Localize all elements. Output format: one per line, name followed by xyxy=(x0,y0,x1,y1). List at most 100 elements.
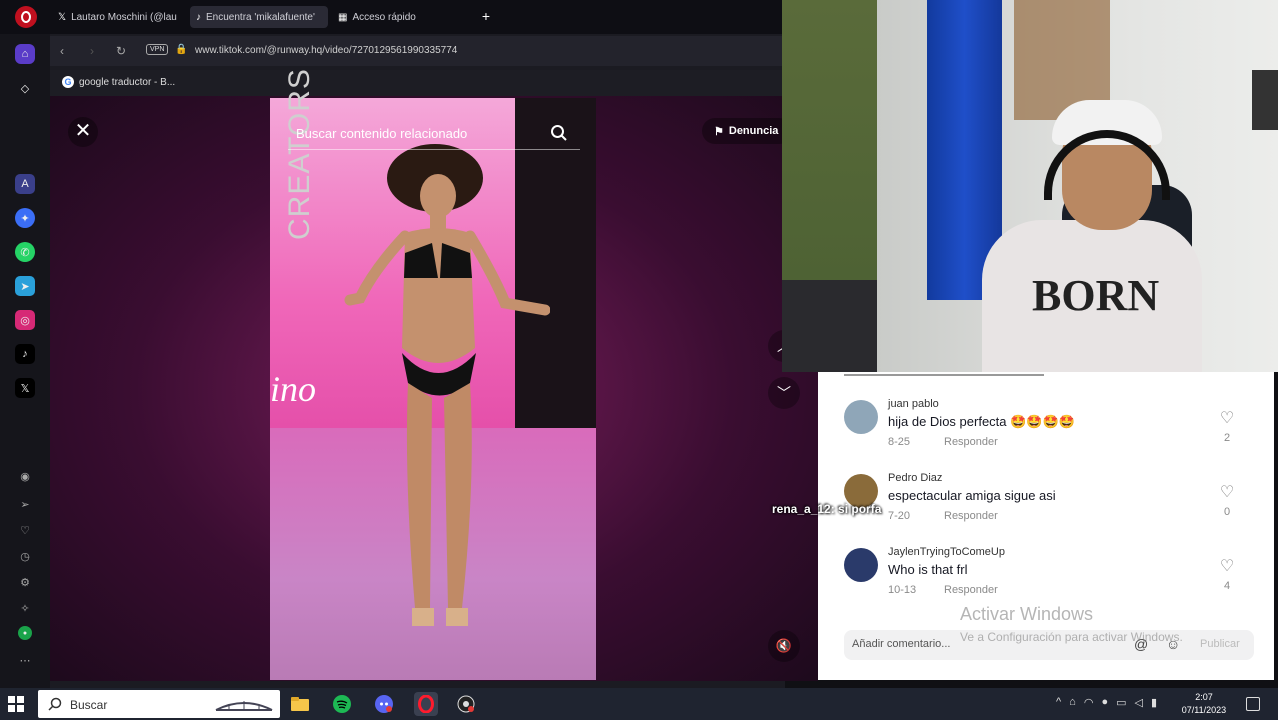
bookmark-google-translate[interactable]: G google traductor - B... xyxy=(62,76,175,88)
avatar[interactable] xyxy=(844,400,878,434)
new-tab-button[interactable]: + xyxy=(478,8,494,24)
comment-text: espectacular amiga sigue asi xyxy=(888,488,1056,503)
vpn-badge[interactable]: VPN xyxy=(146,44,169,55)
video-player[interactable]: ino xyxy=(270,98,596,680)
system-tray: ^ ⌂ ◠ ● ▭ ◁ ▮ xyxy=(1056,696,1157,709)
heart-icon[interactable]: ♡ xyxy=(1218,484,1236,502)
flag-icon: ⚑ xyxy=(714,125,724,138)
reply-button[interactable]: Responder xyxy=(944,436,998,448)
clock-date: 07/11/2023 xyxy=(1181,705,1227,715)
heart-icon[interactable]: ♡ xyxy=(15,520,35,540)
tiktok-icon: ♪ xyxy=(196,11,201,23)
player-icon[interactable]: ◉ xyxy=(15,466,35,486)
spotify-icon[interactable] xyxy=(330,692,354,716)
settings-icon[interactable]: ⚙ xyxy=(15,572,35,592)
comment-username[interactable]: juan pablo xyxy=(888,398,939,410)
search-icon[interactable] xyxy=(550,124,568,142)
discord-icon[interactable] xyxy=(372,692,396,716)
chevron-up-icon[interactable]: ^ xyxy=(1056,696,1061,709)
comment-date: 8-25 xyxy=(888,436,911,448)
webcam-overlay: BORN xyxy=(782,0,1278,372)
history-icon[interactable]: ◷ xyxy=(15,546,35,566)
comment-date: 10-13 xyxy=(888,584,917,596)
whatsapp-icon[interactable]: ✆ xyxy=(15,242,35,262)
reply-button[interactable]: Responder xyxy=(944,510,998,522)
webcam-person: BORN xyxy=(982,100,1202,372)
webcam-poster xyxy=(1252,70,1278,130)
like-count: 4 xyxy=(1223,580,1231,592)
telegram-icon[interactable]: ➤ xyxy=(15,276,35,296)
search-placeholder: Buscar contenido relacionado xyxy=(296,126,468,141)
speaker-icon[interactable]: ◁ xyxy=(1135,696,1143,709)
close-video-button[interactable]: ✕ xyxy=(68,117,98,147)
send-icon[interactable]: ➢ xyxy=(15,494,35,514)
comment-item: juan pablo hija de Dios perfecta 🤩🤩🤩🤩 8-… xyxy=(844,398,1244,462)
tab-label: Acceso rápido xyxy=(352,11,416,23)
messenger-icon[interactable]: ✦ xyxy=(15,208,35,228)
tiktok-sidebar-icon[interactable]: ♪ xyxy=(15,344,35,364)
tab-twitter[interactable]: 𝕏 Lautaro Moschini (@lau xyxy=(52,6,186,28)
notifications-icon[interactable] xyxy=(1246,697,1260,711)
x-sidebar-icon[interactable]: 𝕏 xyxy=(15,378,35,398)
aria-icon[interactable]: A xyxy=(15,174,35,194)
obs-recording-icon[interactable] xyxy=(454,692,478,716)
microphone-icon[interactable]: ● xyxy=(1101,696,1108,709)
more-icon[interactable]: ⋯ xyxy=(15,650,35,670)
report-button[interactable]: ⚑ Denuncia xyxy=(702,118,792,144)
x-logo-icon: 𝕏 xyxy=(58,11,67,23)
model-figure xyxy=(344,144,550,626)
comment-input-placeholder[interactable]: Añadir comentario... xyxy=(852,638,950,650)
mute-button[interactable]: 🔇 xyxy=(768,630,800,662)
diamond-icon[interactable]: ◇ xyxy=(15,78,35,98)
tab-label: Lautaro Moschini (@lau xyxy=(71,11,177,23)
heart-icon[interactable]: ♡ xyxy=(1218,410,1236,428)
taskbar-search-box[interactable]: Buscar xyxy=(38,690,280,718)
network-icon[interactable]: ⌂ xyxy=(1069,696,1076,709)
tab-bar: 𝕏 Lautaro Moschini (@lau ♪ Encuentra 'mi… xyxy=(0,0,785,34)
opera-taskbar-icon[interactable] xyxy=(414,692,438,716)
wifi-icon[interactable]: ◠ xyxy=(1084,696,1094,709)
comment-text: hija de Dios perfecta 🤩🤩🤩🤩 xyxy=(888,414,1075,429)
next-video-button[interactable]: ﹀ xyxy=(768,377,800,409)
bulb-icon[interactable]: ✧ xyxy=(15,598,35,618)
back-icon[interactable]: ‹ xyxy=(60,44,64,58)
tab-tiktok[interactable]: ♪ Encuentra 'mikalafuente' xyxy=(190,6,328,28)
reply-button[interactable]: Responder xyxy=(944,584,998,596)
heart-icon[interactable]: ♡ xyxy=(1218,558,1236,576)
backdrop-brand-text: ino xyxy=(270,369,317,409)
battery-icon[interactable]: ▮ xyxy=(1151,696,1157,709)
avatar[interactable] xyxy=(844,548,878,582)
comment-item: JaylenTryingToComeUp Who is that frl 10-… xyxy=(844,546,1244,610)
windows-start-icon[interactable] xyxy=(8,696,24,712)
chat-overlay-message: rena_a_12: si porfa xyxy=(772,502,882,516)
webcam-shirt-text: BORN xyxy=(1032,271,1160,320)
comment-text: Who is that frl xyxy=(888,562,968,577)
bookmark-label: google traductor - B... xyxy=(79,76,176,88)
forward-icon[interactable]: › xyxy=(90,44,94,58)
webcam-green-wall xyxy=(782,0,877,280)
tab-quick-access[interactable]: ▦ Acceso rápido xyxy=(332,6,442,28)
search-icon xyxy=(48,697,62,711)
browser-sidebar: ⌂ ◇ A ✦ ✆ ➤ ◎ ♪ 𝕏 ◉ ➢ ♡ ◷ ⚙ ✧ ● ⋯ xyxy=(0,34,50,688)
home-icon[interactable]: ⌂ xyxy=(15,44,35,64)
instagram-icon[interactable]: ◎ xyxy=(15,310,35,330)
comments-tab-underline xyxy=(844,374,1044,376)
related-search-input[interactable]: Buscar contenido relacionado xyxy=(288,118,580,150)
google-icon: G xyxy=(62,76,74,88)
address-bar: ‹ › ↻ VPN 🔒 www.tiktok.com/@runway.hq/vi… xyxy=(50,36,785,66)
comment-username[interactable]: JaylenTryingToComeUp xyxy=(888,546,1005,558)
vpn-sidebar-icon[interactable]: ● xyxy=(18,626,32,640)
post-button[interactable]: Publicar xyxy=(1200,638,1240,650)
taskbar-clock[interactable]: 2:07 07/11/2023 xyxy=(1174,691,1234,717)
like-count: 2 xyxy=(1223,432,1231,444)
comment-username[interactable]: Pedro Diaz xyxy=(888,472,942,484)
url-field[interactable]: www.tiktok.com/@runway.hq/video/72701295… xyxy=(195,45,457,56)
report-label: Denuncia xyxy=(728,125,779,137)
windows-activation-subtitle: Ve a Configuración para activar Windows. xyxy=(960,630,1183,644)
opera-logo-icon[interactable] xyxy=(15,6,37,28)
file-explorer-icon[interactable] xyxy=(288,692,312,716)
like-count: 0 xyxy=(1223,506,1231,518)
volume-icon[interactable]: ▭ xyxy=(1116,696,1126,709)
reload-icon[interactable]: ↻ xyxy=(116,44,126,58)
clock-time: 2:07 xyxy=(1195,692,1213,702)
